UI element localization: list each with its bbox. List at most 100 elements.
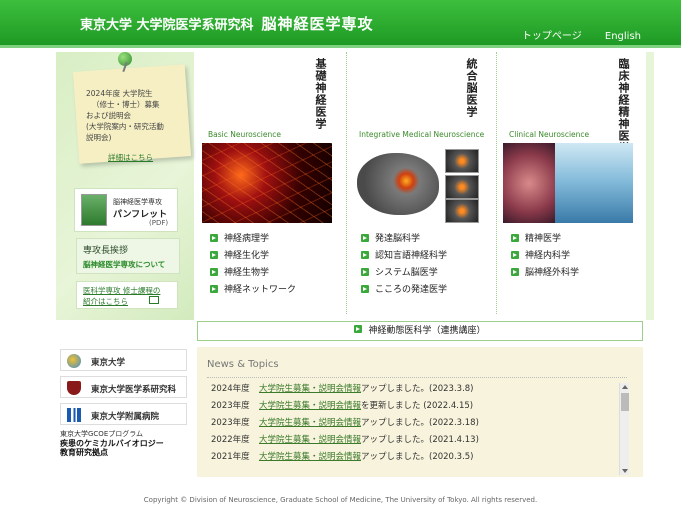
news-link[interactable]: 大学院生募集・説明会情報 [259, 435, 361, 445]
column-clinical: 臨床神経精神医学 Clinical Neuroscience 精神医学 神経内科… [496, 52, 646, 314]
scan-thumbnail [445, 175, 479, 199]
link-hospital[interactable]: 東京大学附属病院 [60, 403, 187, 425]
pamphlet-thumbnail [81, 194, 107, 226]
list-item[interactable]: 神経生化学 [210, 246, 296, 263]
link-label: 東京大学附属病院 [91, 412, 160, 422]
memo-line: および説明会 [86, 111, 131, 120]
news-panel: News & Topics 2024年度 大学院生募集・説明会情報アップしました。… [197, 347, 643, 477]
news-item: 2023年度 大学院生募集・説明会情報を更新しました (2022.4.15) [211, 398, 611, 415]
scroll-up-icon[interactable] [622, 385, 628, 389]
arrow-bullet-icon [361, 250, 369, 259]
gcoe-line2: 疾患のケミカルバイオロジー [60, 439, 164, 448]
item-label: 神経病理学 [224, 234, 270, 244]
column-title: 基礎神経医学 [314, 58, 327, 130]
news-year: 2024年度 [211, 384, 250, 394]
column-en-title: Clinical Neuroscience [509, 130, 590, 139]
item-label: 認知言語神経科学 [375, 251, 448, 261]
footer-copyright: Copyright © Division of Neuroscience, Gr… [143, 496, 538, 504]
memo-line: 説明会) [86, 133, 112, 142]
news-item: 2023年度 大学院生募集・説明会情報アップしました。(2022.3.18) [211, 415, 611, 432]
column-en-title: Integrative Medical Neuroscience [359, 130, 485, 139]
gcoe-link[interactable]: 東京大学GCOEプログラム 疾患のケミカルバイオロジー 教育研究拠点 [60, 430, 187, 464]
news-text: アップしました。(2022.3.18) [361, 418, 479, 428]
news-scrollbar[interactable] [619, 383, 629, 475]
list-item[interactable]: 発達脳科学 [361, 229, 447, 246]
header-nav: トップページ English [502, 27, 641, 42]
scroll-down-icon[interactable] [622, 469, 628, 473]
news-item: 2024年度 大学院生募集・説明会情報アップしました。(2023.3.8) [211, 381, 611, 398]
arrow-bullet-icon [210, 250, 218, 259]
greeting-link[interactable]: 脳神経医学専攻について [83, 259, 165, 270]
news-year: 2023年度 [211, 418, 250, 428]
news-list: 2024年度 大学院生募集・説明会情報アップしました。(2023.3.8) 202… [211, 381, 611, 466]
item-label: 神経内科学 [525, 251, 571, 261]
scan-thumbnail [445, 199, 479, 223]
news-link[interactable]: 大学院生募集・説明会情報 [259, 401, 361, 411]
nav-english[interactable]: English [605, 31, 641, 42]
list-item[interactable]: 認知言語神経科学 [361, 246, 447, 263]
news-text: を更新しました (2022.4.15) [361, 401, 474, 411]
news-year: 2021年度 [211, 452, 250, 462]
arrow-bullet-icon [210, 233, 218, 242]
greeting-card[interactable]: 専攻長挨拶 脳神経医学専攻について [76, 238, 180, 274]
item-label: 発達脳科学 [375, 234, 421, 244]
list-item[interactable]: 神経内科学 [511, 246, 579, 263]
vessel-image [503, 143, 555, 223]
link-label: 東京大学 [91, 358, 126, 368]
shield-icon [67, 381, 81, 395]
memo-line: 2024年度 大学院生 [86, 89, 153, 98]
site-brand[interactable]: 東京大学 大学院医学系研究科 脳神経医学専攻 [80, 13, 374, 34]
news-year: 2022年度 [211, 435, 250, 445]
external-window-icon [149, 296, 159, 304]
list-item[interactable]: システム脳医学 [361, 263, 447, 280]
university-name: 東京大学 大学院医学系研究科 [80, 18, 254, 33]
link-university[interactable]: 東京大学 [60, 349, 187, 371]
arrow-bullet-icon [361, 284, 369, 293]
column-items: 神経病理学 神経生化学 神経生物学 神経ネットワーク [210, 229, 296, 297]
scroll-thumb[interactable] [621, 393, 629, 411]
brain-image [357, 153, 439, 215]
intro-line2: 紹介はこちら [83, 297, 128, 306]
item-label: 神経ネットワーク [224, 285, 297, 295]
pamphlet-line3: (PDF) [149, 219, 169, 227]
brain-scan-image [353, 143, 483, 223]
list-item[interactable]: 脳神経外科学 [511, 263, 579, 280]
list-item[interactable]: 神経生物学 [210, 263, 296, 280]
list-item[interactable]: 神経ネットワーク [210, 280, 296, 297]
masters-intro-card[interactable]: 医科学専攻 修士課程の 紹介はこちら [76, 281, 178, 309]
nav-top-page[interactable]: トップページ [522, 31, 582, 42]
memo-text: 2024年度 大学院生 （修士・博士）募集 および説明会 (大学院案内・研究活動… [86, 88, 178, 143]
gcoe-line1: 東京大学GCOEプログラム [60, 430, 144, 438]
arrow-bullet-icon [210, 267, 218, 276]
news-text: アップしました。(2020.3.5) [361, 452, 474, 462]
link-med-school[interactable]: 東京大学医学系研究科 [60, 376, 187, 398]
list-item[interactable]: こころの発達医学 [361, 280, 447, 297]
gcoe-line3: 教育研究拠点 [60, 448, 108, 457]
news-link[interactable]: 大学院生募集・説明会情報 [259, 384, 361, 394]
news-divider [207, 377, 627, 378]
link-label: 東京大学医学系研究科 [91, 385, 177, 395]
item-label: システム脳医学 [375, 268, 438, 278]
news-year: 2023年度 [211, 401, 250, 411]
column-title: 臨床神経精神医学 [617, 58, 630, 154]
column-en-title: Basic Neuroscience [208, 130, 281, 139]
news-link[interactable]: 大学院生募集・説明会情報 [259, 418, 361, 428]
memo-details-link[interactable]: 詳細はこちら [108, 152, 153, 163]
list-item[interactable]: 精神医学 [511, 229, 579, 246]
item-label: 精神医学 [525, 234, 562, 244]
arrow-bullet-icon [511, 267, 519, 276]
memo-line: （修士・博士）募集 [92, 100, 160, 109]
news-link[interactable]: 大学院生募集・説明会情報 [259, 452, 361, 462]
news-item: 2022年度 大学院生募集・説明会情報アップしました。(2021.4.13) [211, 432, 611, 449]
list-item[interactable]: 神経病理学 [210, 229, 296, 246]
item-label: 脳神経外科学 [525, 268, 580, 278]
department-name: 脳神経医学専攻 [261, 15, 374, 33]
collaboration-link[interactable]: 神経動態医科学（連携講座） [197, 321, 643, 341]
collaboration-label: 神経動態医科学（連携講座） [368, 326, 486, 336]
arrow-bullet-icon [361, 233, 369, 242]
right-panel-edge [646, 52, 654, 320]
column-items: 発達脳科学 認知言語神経科学 システム脳医学 こころの発達医学 [361, 229, 447, 297]
clinical-image [503, 143, 633, 223]
pamphlet-card[interactable]: 脳神経医学専攻 パンフレット (PDF) [74, 188, 178, 232]
column-basic: 基礎神経医学 Basic Neuroscience 神経病理学 神経生化学 神経… [196, 52, 342, 314]
